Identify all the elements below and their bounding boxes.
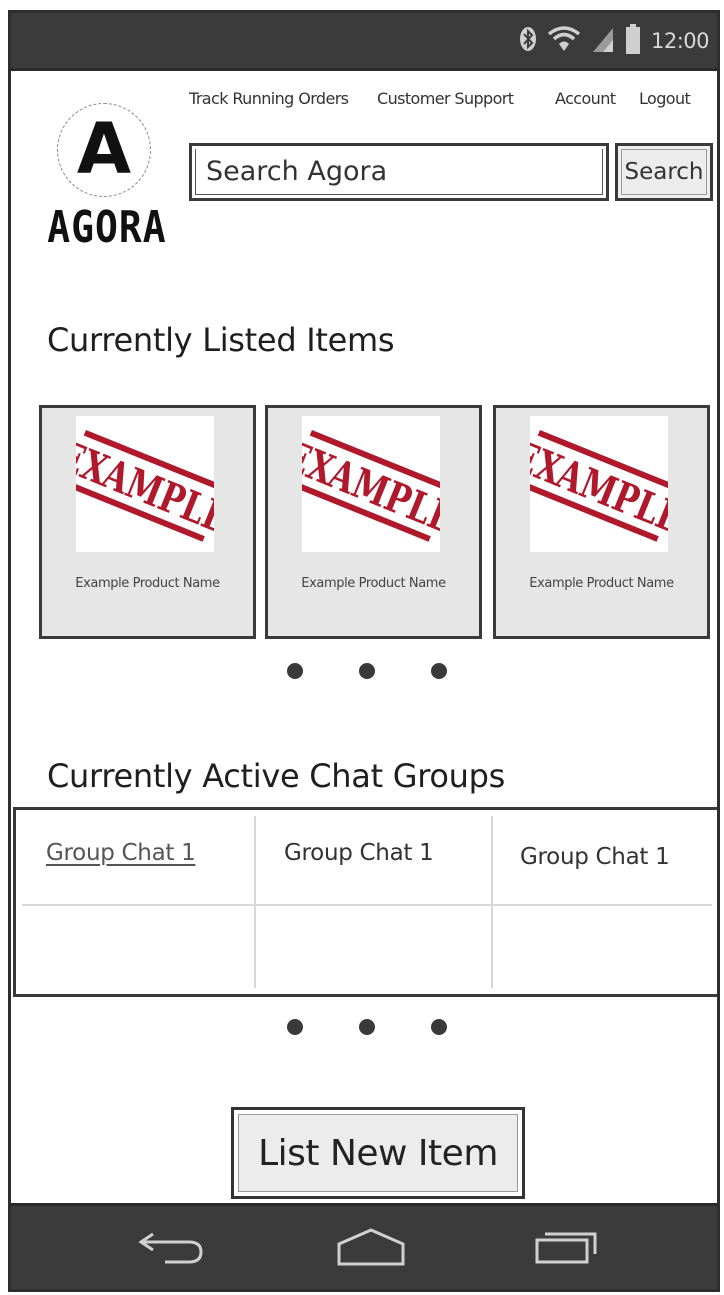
grid-divider: [491, 816, 493, 988]
example-stamp-icon: EXAMPLE: [530, 429, 668, 544]
wifi-icon: [547, 25, 581, 57]
example-stamp-icon: EXAMPLE: [76, 429, 214, 544]
group-chat-link[interactable]: Group Chat 1: [46, 840, 196, 866]
search-button-label: Search: [621, 149, 707, 195]
product-card[interactable]: EXAMPLE Example Product Name: [39, 405, 256, 639]
items-pager: [11, 663, 717, 683]
status-icons: 12:00: [519, 24, 710, 58]
logo-wordmark: AGORA: [47, 201, 167, 253]
signal-icon: [591, 25, 615, 57]
home-icon[interactable]: [333, 1224, 409, 1270]
agora-logo[interactable]: A AGORA: [37, 101, 177, 253]
product-card[interactable]: EXAMPLE Example Product Name: [493, 405, 710, 639]
search-input[interactable]: [195, 149, 603, 195]
search-box: [189, 143, 609, 201]
product-image: EXAMPLE: [302, 416, 440, 552]
stamp-text: EXAMPLE: [302, 431, 440, 544]
product-image: EXAMPLE: [76, 416, 214, 552]
search-button[interactable]: Search: [615, 143, 713, 201]
status-time: 12:00: [650, 29, 710, 53]
pager-dot[interactable]: [431, 663, 447, 679]
grid-divider: [22, 904, 712, 906]
listed-items-title: Currently Listed Items: [47, 321, 395, 359]
pager-dot[interactable]: [287, 663, 303, 679]
nav-customer-support[interactable]: Customer Support: [377, 89, 514, 108]
battery-icon: [625, 24, 641, 58]
back-icon[interactable]: [135, 1224, 211, 1270]
nav-account[interactable]: Account: [555, 89, 616, 108]
grid-divider: [254, 816, 256, 988]
group-chat-item[interactable]: Group Chat 1: [284, 840, 434, 866]
list-new-item-button[interactable]: List New Item: [231, 1107, 525, 1199]
list-new-item-label: List New Item: [238, 1114, 518, 1192]
pager-dot[interactable]: [359, 1019, 375, 1035]
product-name: Example Product Name: [529, 576, 674, 591]
pager-dot[interactable]: [359, 663, 375, 679]
nav-logout[interactable]: Logout: [639, 89, 691, 108]
recent-apps-icon[interactable]: [527, 1224, 603, 1270]
product-name: Example Product Name: [75, 576, 220, 591]
example-stamp-icon: EXAMPLE: [302, 429, 440, 544]
stamp-text: EXAMPLE: [530, 431, 668, 544]
status-bar: 12:00: [11, 13, 717, 71]
pager-dot[interactable]: [431, 1019, 447, 1035]
pager-dot[interactable]: [287, 1019, 303, 1035]
chat-groups-grid: Group Chat 1 Group Chat 1 Group Chat 1: [13, 807, 717, 997]
stamp-text: EXAMPLE: [76, 431, 214, 544]
group-chat-item[interactable]: Group Chat 1: [520, 844, 670, 870]
logo-letter: A: [76, 108, 132, 190]
nav-track-orders[interactable]: Track Running Orders: [189, 89, 349, 108]
listed-items-carousel: EXAMPLE Example Product Name EXAMPLE Exa…: [39, 405, 711, 639]
product-name: Example Product Name: [301, 576, 446, 591]
chats-pager: [11, 1019, 717, 1039]
bluetooth-icon: [519, 25, 537, 57]
chat-groups-title: Currently Active Chat Groups: [47, 757, 505, 795]
android-nav-bar: [11, 1203, 717, 1289]
product-image: EXAMPLE: [530, 416, 668, 552]
phone-frame: 12:00 A AGORA Track Running Orders Custo…: [8, 10, 720, 1292]
product-card[interactable]: EXAMPLE Example Product Name: [265, 405, 482, 639]
